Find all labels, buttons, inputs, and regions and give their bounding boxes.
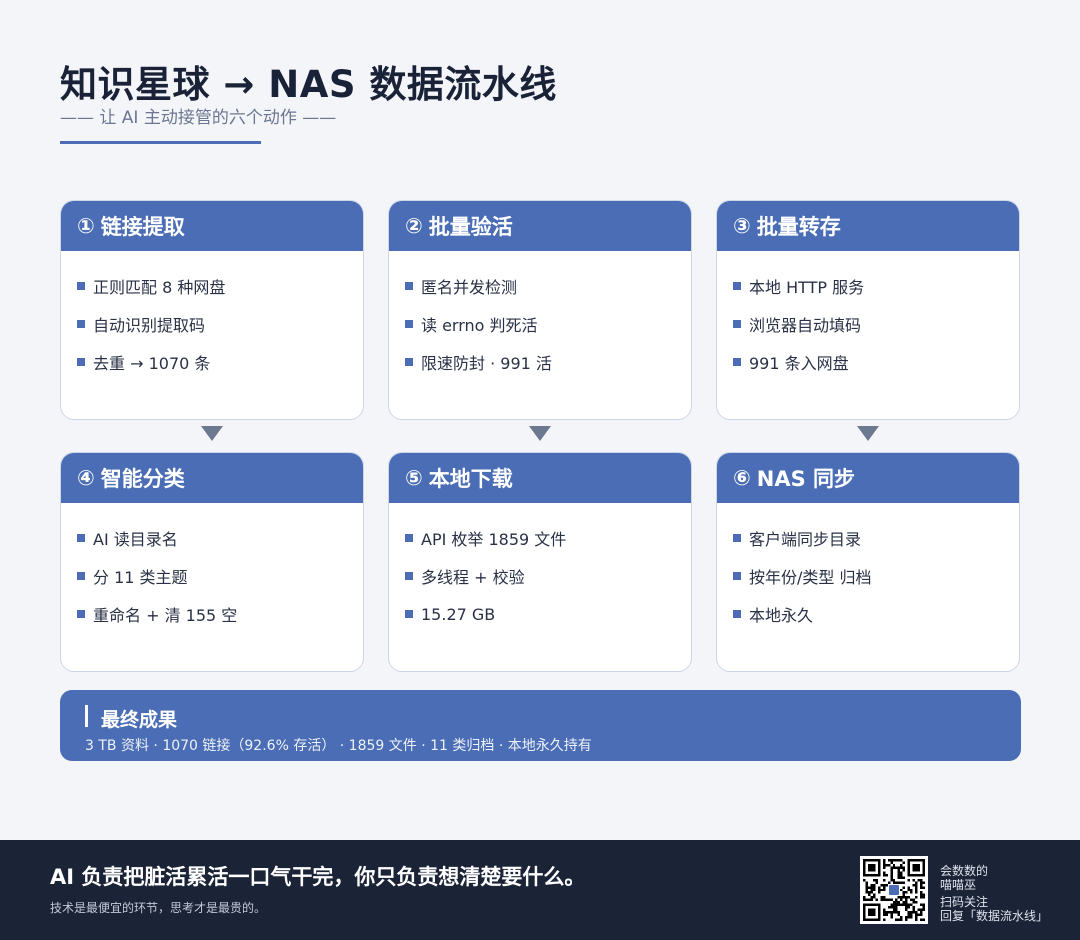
step-card-5: ⑤ 本地下载 API 枚举 1859 文件 多线程 + 校验 15.27 GB [388, 452, 692, 672]
step-card-3: ③ 批量转存 本地 HTTP 服务 浏览器自动填码 991 条入网盘 [716, 200, 1020, 420]
step-number: ③ [733, 214, 751, 238]
square-bullet-icon [77, 534, 85, 542]
square-bullet-icon [405, 610, 413, 618]
step-card-header: ③ 批量转存 [717, 201, 1019, 251]
step-item-list: 匿名并发检测 读 errno 判死活 限速防封 · 991 活 [389, 251, 691, 381]
step-card-4: ④ 智能分类 AI 读目录名 分 11 类主题 重命名 + 清 155 空 [60, 452, 364, 672]
step-item-list: API 枚举 1859 文件 多线程 + 校验 15.27 GB [389, 503, 691, 633]
qr-action-line-1: 扫码关注 [940, 895, 989, 909]
square-bullet-icon [77, 282, 85, 290]
step-number: ④ [77, 466, 95, 490]
list-item: 本地永久 [733, 595, 1019, 633]
step-number: ① [77, 214, 95, 238]
step-item-list: 本地 HTTP 服务 浏览器自动填码 991 条入网盘 [717, 251, 1019, 381]
list-item: 正则匹配 8 种网盘 [77, 267, 363, 305]
list-item: 本地 HTTP 服务 [733, 267, 1019, 305]
arrow-down-icon [857, 426, 879, 441]
list-item: 读 errno 判死活 [405, 305, 691, 343]
step-card-header: ① 链接提取 [61, 201, 363, 251]
list-item: 15.27 GB [405, 595, 691, 633]
result-banner: 最终成果 3 TB 资料 · 1070 链接（92.6% 存活） · 1859 … [60, 690, 1021, 761]
arrow-down-icon [529, 426, 551, 441]
list-item: AI 读目录名 [77, 519, 363, 557]
step-item-list: 客户端同步目录 按年份/类型 归档 本地永久 [717, 503, 1019, 633]
list-item: 客户端同步目录 [733, 519, 1019, 557]
step-title: 链接提取 [100, 215, 185, 239]
page-subtitle: —— 让 AI 主动接管的六个动作 —— [60, 108, 337, 128]
step-title: 本地下载 [428, 467, 513, 491]
square-bullet-icon [77, 610, 85, 618]
square-bullet-icon [733, 572, 741, 580]
list-item: 多线程 + 校验 [405, 557, 691, 595]
list-item: 991 条入网盘 [733, 343, 1019, 381]
square-bullet-icon [405, 358, 413, 366]
qr-caption: 会数数的 喵喵巫 扫码关注 回复「数据流水线」 [940, 864, 1048, 923]
result-summary: 3 TB 资料 · 1070 链接（92.6% 存活） · 1859 文件 · … [85, 738, 592, 754]
list-item: 分 11 类主题 [77, 557, 363, 595]
arrow-down-icon [201, 426, 223, 441]
list-item: 匿名并发检测 [405, 267, 691, 305]
step-number: ⑥ [733, 466, 751, 490]
square-bullet-icon [77, 572, 85, 580]
page-title: 知识星球 → NAS 数据流水线 [60, 63, 557, 106]
square-bullet-icon [733, 534, 741, 542]
step-title: NAS 同步 [756, 467, 856, 491]
square-bullet-icon [77, 320, 85, 328]
step-title: 智能分类 [100, 467, 185, 491]
step-title: 批量验活 [428, 215, 513, 239]
step-number: ② [405, 214, 423, 238]
step-card-header: ⑤ 本地下载 [389, 453, 691, 503]
account-name-line-2: 喵喵巫 [940, 878, 977, 892]
footer-tagline: 技术是最便宜的环节，思考才是最贵的。 [50, 901, 267, 915]
step-number: ⑤ [405, 466, 423, 490]
list-item: 去重 → 1070 条 [77, 343, 363, 381]
list-item: 重命名 + 清 155 空 [77, 595, 363, 633]
list-item: 按年份/类型 归档 [733, 557, 1019, 595]
square-bullet-icon [733, 358, 741, 366]
step-card-header: ② 批量验活 [389, 201, 691, 251]
list-item: API 枚举 1859 文件 [405, 519, 691, 557]
result-title: 最终成果 [101, 709, 178, 731]
account-name-line-1: 会数数的 [940, 864, 989, 878]
qr-action-line-2: 回复「数据流水线」 [940, 909, 1049, 923]
square-bullet-icon [405, 282, 413, 290]
footer-slogan: AI 负责把脏活累活一口气干完，你只负责想清楚要什么。 [50, 865, 586, 889]
step-card-header: ④ 智能分类 [61, 453, 363, 503]
step-title: 批量转存 [756, 215, 841, 239]
qr-code-icon[interactable] [860, 856, 928, 924]
step-card-1: ① 链接提取 正则匹配 8 种网盘 自动识别提取码 去重 → 1070 条 [60, 200, 364, 420]
square-bullet-icon [405, 534, 413, 542]
step-card-6: ⑥ NAS 同步 客户端同步目录 按年份/类型 归档 本地永久 [716, 452, 1020, 672]
square-bullet-icon [405, 320, 413, 328]
list-item: 自动识别提取码 [77, 305, 363, 343]
list-item: 限速防封 · 991 活 [405, 343, 691, 381]
square-bullet-icon [733, 610, 741, 618]
step-card-2: ② 批量验活 匿名并发检测 读 errno 判死活 限速防封 · 991 活 [388, 200, 692, 420]
step-item-list: AI 读目录名 分 11 类主题 重命名 + 清 155 空 [61, 503, 363, 633]
step-item-list: 正则匹配 8 种网盘 自动识别提取码 去重 → 1070 条 [61, 251, 363, 381]
footer: AI 负责把脏活累活一口气干完，你只负责想清楚要什么。 技术是最便宜的环节，思考… [0, 840, 1080, 940]
square-bullet-icon [405, 572, 413, 580]
square-bullet-icon [77, 358, 85, 366]
step-card-header: ⑥ NAS 同步 [717, 453, 1019, 503]
title-underline [60, 141, 261, 144]
square-bullet-icon [733, 282, 741, 290]
result-accent-bar [85, 705, 88, 727]
square-bullet-icon [733, 320, 741, 328]
list-item: 浏览器自动填码 [733, 305, 1019, 343]
